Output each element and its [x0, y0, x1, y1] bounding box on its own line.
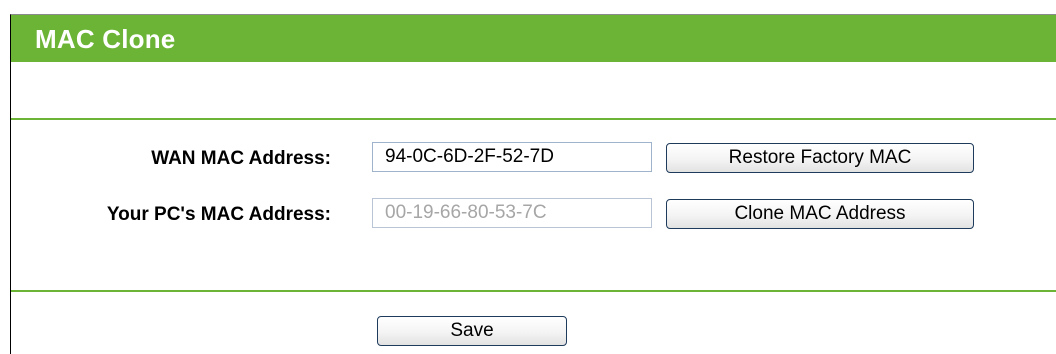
pc-mac-label: Your PC's MAC Address:	[106, 204, 331, 225]
section-divider-bottom	[11, 290, 1056, 292]
page-title: MAC Clone	[35, 24, 176, 54]
save-button[interactable]: Save	[377, 316, 567, 346]
mac-clone-panel: MAC Clone WAN MAC Address: Restore Facto…	[10, 14, 1056, 354]
clone-mac-address-button[interactable]: Clone MAC Address	[666, 199, 974, 229]
wan-mac-label: WAN MAC Address:	[151, 148, 331, 169]
pc-mac-input	[372, 198, 652, 228]
wan-mac-input[interactable]	[372, 142, 652, 172]
section-divider-top	[11, 118, 1056, 120]
title-bar: MAC Clone	[11, 15, 1056, 62]
restore-factory-mac-button[interactable]: Restore Factory MAC	[666, 143, 974, 173]
